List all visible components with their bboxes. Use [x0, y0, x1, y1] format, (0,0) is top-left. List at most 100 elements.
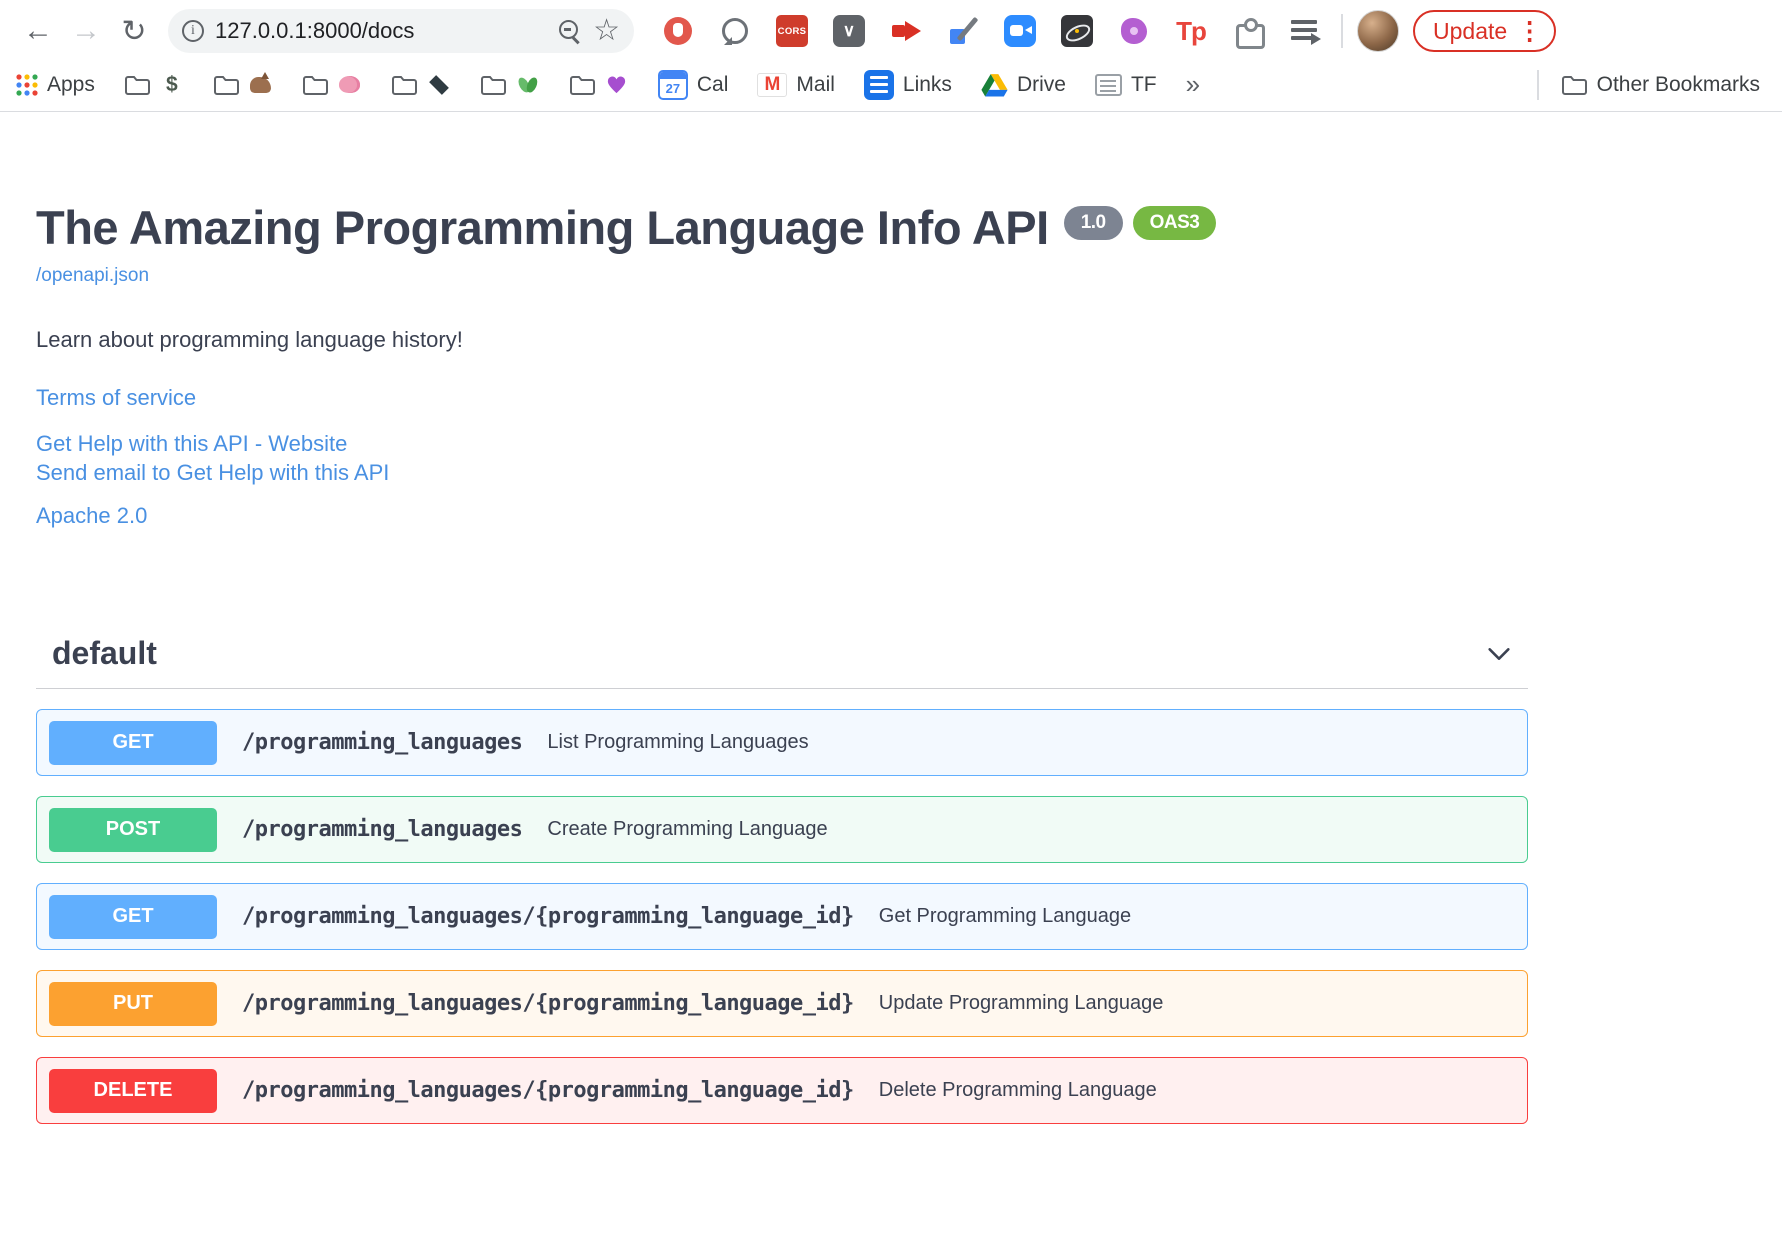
forward-arrow-icon: →	[71, 14, 101, 47]
dollar-badge: $	[166, 72, 178, 96]
profile-avatar[interactable]	[1357, 10, 1399, 52]
forward-button[interactable]: →	[62, 7, 110, 55]
links-label: Links	[902, 72, 952, 96]
adblock-hand-icon[interactable]	[662, 15, 694, 47]
toolbar-divider	[1341, 14, 1343, 48]
spreadsheet-icon	[1094, 73, 1122, 96]
version-badge: 1.0	[1063, 206, 1123, 240]
folder-icon	[480, 76, 506, 95]
drive-icon	[981, 73, 1008, 96]
license-link[interactable]: Apache 2.0	[36, 503, 147, 528]
update-label: Update	[1433, 17, 1508, 44]
folder-icon	[569, 76, 595, 95]
endpoint-row-put-update[interactable]: PUT /programming_languages/{programming_…	[36, 970, 1528, 1038]
back-arrow-icon: ←	[23, 14, 53, 47]
oas3-badge: OAS3	[1132, 206, 1217, 240]
apps-shortcut[interactable]: Apps	[16, 73, 95, 97]
pen-picker-icon[interactable]	[947, 15, 979, 47]
http-method-badge: PUT	[49, 981, 217, 1026]
tf-label: TF	[1130, 72, 1157, 96]
reload-icon: ↻	[121, 14, 147, 48]
herb-icon	[518, 76, 538, 93]
endpoint-path: /programming_languages/{programming_lang…	[242, 1078, 854, 1104]
section-header-default[interactable]: default	[36, 635, 1528, 690]
bookmarks-overflow-button[interactable]: »	[1186, 69, 1200, 100]
url-text: 127.0.0.1:8000/docs	[215, 18, 415, 43]
swagger-page: The Amazing Programming Language Info AP…	[0, 200, 1782, 1125]
bookmark-drive[interactable]: Drive	[981, 73, 1066, 97]
media-queue-icon[interactable]	[1289, 15, 1321, 47]
endpoint-row-post-create[interactable]: POST /programming_languages Create Progr…	[36, 796, 1528, 864]
graduation-cap-icon	[429, 74, 449, 95]
bookmark-folder-horse[interactable]	[213, 71, 273, 97]
bookmark-folder-brain[interactable]	[302, 73, 362, 97]
pocket-icon[interactable]: ∨	[833, 15, 865, 47]
terms-of-service-link[interactable]: Terms of service	[36, 385, 196, 410]
zoom-out-icon[interactable]	[558, 19, 582, 44]
endpoint-summary: Update Programming Language	[878, 992, 1164, 1015]
http-method-badge: GET	[49, 720, 217, 765]
folder-icon	[213, 76, 239, 95]
video-camera-icon[interactable]	[1004, 15, 1036, 47]
endpoint-list: GET /programming_languages List Programm…	[36, 709, 1528, 1125]
extensions-row: CORS ∨ Tp	[662, 15, 1321, 49]
bookmark-folder-heart[interactable]	[569, 73, 629, 97]
endpoint-summary: Delete Programming Language	[878, 1079, 1157, 1102]
calendar-label: Cal	[696, 72, 729, 96]
purple-flower-icon[interactable]	[1118, 15, 1150, 47]
openapi-json-link[interactable]: /openapi.json	[36, 265, 149, 287]
atom-icon[interactable]	[1061, 15, 1093, 47]
tp-extension-icon[interactable]: Tp	[1175, 15, 1207, 47]
folder-icon	[1561, 76, 1587, 95]
endpoint-summary: Get Programming Language	[878, 905, 1132, 928]
site-info-icon[interactable]: i	[182, 20, 204, 42]
folder-icon	[124, 76, 150, 95]
gmail-icon: M	[757, 72, 788, 97]
bookmark-calendar[interactable]: 27 Cal	[657, 69, 729, 100]
endpoint-row-get-list[interactable]: GET /programming_languages List Programm…	[36, 709, 1528, 777]
bookmark-folder-graduation[interactable]	[391, 73, 451, 97]
speech-bubble-icon[interactable]	[719, 15, 751, 47]
apps-label: Apps	[47, 72, 95, 96]
calendar-icon: 27	[657, 69, 688, 100]
update-button[interactable]: Update ⋮	[1413, 10, 1557, 52]
bookmark-mail[interactable]: M Mail	[757, 72, 835, 97]
browser-menu-icon[interactable]: ⋮	[1517, 16, 1542, 46]
apps-grid-icon	[16, 73, 38, 96]
endpoint-path: /programming_languages	[242, 817, 523, 843]
browser-toolbar: ← → ↻ i 127.0.0.1:8000/docs ☆ CORS ∨ Tp …	[0, 0, 1782, 62]
cors-extension-icon[interactable]: CORS	[776, 15, 808, 47]
http-method-badge: GET	[49, 894, 217, 939]
bookmark-folder-herb[interactable]	[480, 73, 540, 97]
bookmarks-divider	[1536, 69, 1539, 100]
extensions-puzzle-icon[interactable]	[1232, 15, 1265, 49]
address-bar[interactable]: i 127.0.0.1:8000/docs ☆	[168, 9, 634, 53]
endpoint-path: /programming_languages	[242, 730, 523, 756]
bookmark-folder-dollar[interactable]: $	[124, 73, 184, 97]
bookmarks-bar: Apps $ 27 Cal M Mail Links Drive TF » Ot…	[0, 62, 1782, 112]
chevron-down-icon[interactable]	[1484, 639, 1514, 669]
bookmark-links[interactable]: Links	[863, 69, 952, 100]
api-description: Learn about programming language history…	[36, 327, 463, 352]
endpoint-path: /programming_languages/{programming_lang…	[242, 991, 854, 1017]
links-icon	[863, 69, 894, 100]
help-website-link[interactable]: Get Help with this API - Website	[36, 431, 347, 456]
purple-heart-icon	[608, 76, 626, 94]
page-title: The Amazing Programming Language Info AP…	[36, 200, 1528, 255]
brain-icon	[339, 76, 361, 93]
api-title-text: The Amazing Programming Language Info AP…	[36, 201, 1049, 254]
bookmark-star-icon[interactable]: ☆	[593, 16, 620, 46]
endpoint-row-delete[interactable]: DELETE /programming_languages/{programmi…	[36, 1057, 1528, 1125]
http-method-badge: POST	[49, 807, 217, 852]
other-bookmarks[interactable]: Other Bookmarks	[1561, 73, 1760, 97]
endpoint-row-get-one[interactable]: GET /programming_languages/{programming_…	[36, 883, 1528, 951]
endpoint-summary: List Programming Languages	[547, 731, 809, 754]
bookmark-tf[interactable]: TF	[1094, 72, 1157, 97]
horse-icon	[250, 71, 272, 93]
red-arrow-icon[interactable]	[890, 15, 922, 47]
http-method-badge: DELETE	[49, 1068, 217, 1113]
help-email-link[interactable]: Send email to Get Help with this API	[36, 460, 389, 485]
mail-label: Mail	[796, 72, 835, 96]
reload-button[interactable]: ↻	[110, 7, 158, 55]
back-button[interactable]: ←	[14, 7, 62, 55]
